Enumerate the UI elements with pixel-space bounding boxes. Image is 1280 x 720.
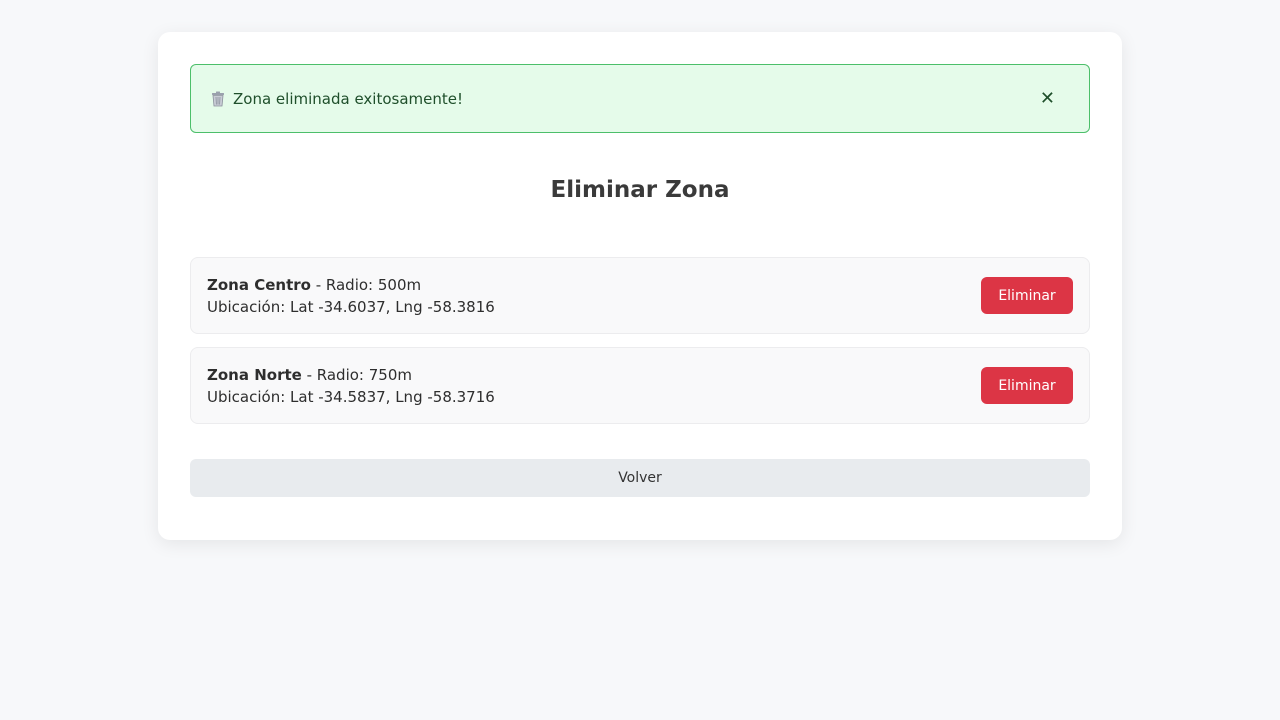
zone-name: Zona Norte <box>207 365 302 384</box>
zone-info: Zona Centro - Radio: 500m Ubicación: Lat… <box>207 274 495 318</box>
main-card: Zona eliminada exitosamente! ✕ Eliminar … <box>158 32 1122 540</box>
close-icon[interactable]: ✕ <box>1040 89 1055 108</box>
zone-name: Zona Centro <box>207 275 311 294</box>
zone-info: Zona Norte - Radio: 750m Ubicación: Lat … <box>207 364 495 408</box>
zone-item: Zona Centro - Radio: 500m Ubicación: Lat… <box>190 257 1090 334</box>
zone-item: Zona Norte - Radio: 750m Ubicación: Lat … <box>190 347 1090 424</box>
trash-icon <box>209 90 227 108</box>
delete-zone-button[interactable]: Eliminar <box>981 277 1073 314</box>
zone-location: Ubicación: Lat -34.6037, Lng -58.3816 <box>207 297 495 316</box>
alert-message: Zona eliminada exitosamente! <box>233 89 463 108</box>
zone-title-line: Zona Centro - Radio: 500m <box>207 274 495 296</box>
zone-title-line: Zona Norte - Radio: 750m <box>207 364 495 386</box>
zone-list: Zona Centro - Radio: 500m Ubicación: Lat… <box>190 257 1090 424</box>
zone-radius: - Radio: 750m <box>301 365 412 384</box>
page-title: Eliminar Zona <box>550 177 730 203</box>
zone-radius: - Radio: 500m <box>310 275 422 294</box>
zone-location: Ubicación: Lat -34.5837, Lng -58.3716 <box>207 387 495 406</box>
back-button[interactable]: Volver <box>190 459 1090 497</box>
delete-zone-button[interactable]: Eliminar <box>981 367 1073 404</box>
success-alert: Zona eliminada exitosamente! ✕ <box>190 64 1090 133</box>
